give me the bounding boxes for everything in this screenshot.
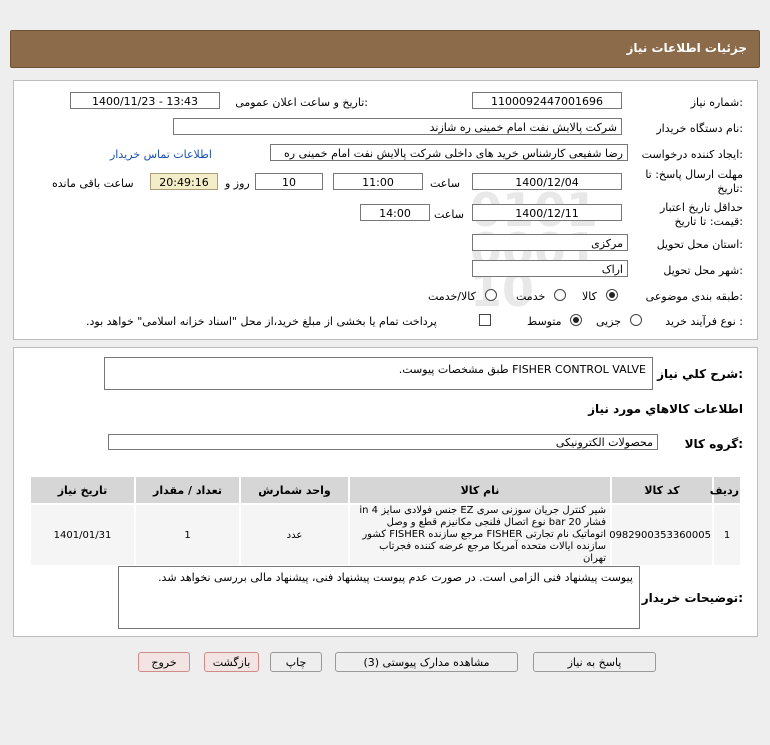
goods-group-label: گروه كالا: [684, 437, 743, 451]
col-header-code: کد کالا [610, 475, 714, 505]
delivery-city-label: شهر محل تحویل: [663, 264, 743, 277]
category-service-label: خدمت [516, 290, 546, 303]
col-header-name: نام کالا [348, 475, 612, 505]
col-header-unit: واحد شمارش [239, 475, 350, 505]
need-number-field: 1100092447001696 [472, 92, 622, 109]
validity-date-field: 1400/12/11 [472, 204, 622, 221]
buyer-notes-label: توضیحات خریدار: [641, 591, 743, 605]
creator-label: ایجاد کننده درخواست: [641, 148, 743, 161]
page-title: جزئیات اطلاعات نیاز [626, 41, 747, 55]
validity-time-field: 14:00 [360, 204, 430, 221]
need-number-label: شماره نیاز: [690, 96, 743, 109]
summary-field: FISHER CONTROL VALVE طبق مشخصات پیوست. [104, 357, 653, 390]
goods-group-field: محصولات الکترونیکی [108, 434, 658, 450]
page-header: جزئیات اطلاعات نیاز [10, 30, 760, 68]
validity-time-label: ساعت [434, 208, 464, 221]
cell-row-number: 1 [712, 503, 742, 567]
buyer-notes-field: پیوست پیشنهاد فنی الزامی است. در صورت عد… [118, 566, 640, 629]
col-header-qty: تعداد / مقدار [134, 475, 241, 505]
deadline-label: مهلت ارسال پاسخ: تا [645, 168, 743, 181]
process-radio-medium[interactable] [570, 314, 582, 326]
cell-date: 1401/01/31 [29, 503, 136, 567]
back-button[interactable]: بازگشت [204, 652, 259, 672]
table-row: 1 0982900353360005 شیر کنترل جریان سوزنی… [29, 503, 742, 567]
deadline-label-2: تاریخ: [717, 182, 743, 195]
process-medium-label: متوسط [527, 315, 562, 328]
delivery-city-field: اراک [472, 260, 628, 277]
category-goods-label: کالا [582, 290, 597, 303]
goods-table: ردیف کد کالا نام کالا واحد شمارش تعداد /… [29, 475, 742, 567]
process-minor-label: جزیی [596, 315, 622, 328]
category-radio-both[interactable] [485, 289, 497, 301]
view-attachments-button[interactable]: مشاهده مدارک پیوستی (3) [335, 652, 518, 672]
remaining-label: ساعت باقی مانده [52, 177, 134, 190]
cell-name: شیر کنترل جریان سوزنی سری EZ جنس فولادی … [348, 503, 612, 567]
days-field: 10 [255, 173, 323, 190]
delivery-place-field: مرکزی [472, 234, 628, 251]
table-header-row: ردیف کد کالا نام کالا واحد شمارش تعداد /… [29, 475, 742, 505]
category-radio-service[interactable] [554, 289, 566, 301]
category-both-label: کالا/خدمت [428, 290, 476, 303]
process-radio-minor[interactable] [630, 314, 642, 326]
days-word: روز و [225, 177, 250, 190]
deadline-time-label: ساعت [430, 177, 460, 190]
treasury-payment-checkbox[interactable] [479, 314, 491, 326]
contact-buyer-link[interactable]: اطلاعات تماس خریدار [110, 148, 212, 161]
process-label: نوع فرآیند خرید : [665, 315, 743, 328]
cell-code: 0982900353360005 [609, 503, 714, 567]
goods-info-title: اطلاعات كالاهاي مورد نياز [588, 402, 743, 416]
validity-label-2: قیمت: تا تاریخ: [674, 215, 743, 228]
buyer-org-field: شرکت پالایش نفت امام خمینی ره شازند [173, 118, 622, 135]
category-radio-goods[interactable] [606, 289, 618, 301]
deadline-time-field: 11:00 [333, 173, 423, 190]
buyer-org-label: نام دستگاه خریدار: [656, 122, 743, 135]
exit-button[interactable]: خروج [138, 652, 190, 672]
col-header-date: تاریخ نیاز [29, 475, 136, 505]
summary-label: شرح كلي نياز: [657, 367, 743, 381]
col-header-row-number: ردیف [710, 475, 742, 505]
announce-label: تاریخ و ساعت اعلان عمومی: [235, 96, 368, 109]
reply-button[interactable]: پاسخ به نیاز [533, 652, 656, 672]
delivery-place-label: استان محل تحویل: [656, 238, 743, 251]
countdown-field: 20:49:16 [150, 173, 218, 190]
cell-unit: عدد [239, 503, 350, 567]
page: جزئیات اطلاعات نیاز ParsNamadData 010100… [0, 0, 770, 745]
deadline-date-field: 1400/12/04 [472, 173, 622, 190]
announce-field: 1400/11/23 - 13:43 [70, 92, 220, 109]
category-label: طبقه بندی موضوعی: [645, 290, 743, 303]
creator-field: رضا شفیعی کارشناس خرید های داخلی شرکت پا… [270, 144, 628, 161]
validity-label: حداقل تاریخ اعتبار [659, 201, 743, 214]
treasury-payment-note: پرداخت تمام یا بخشی از مبلغ خرید،از محل … [86, 315, 437, 328]
cell-qty: 1 [134, 503, 241, 567]
print-button[interactable]: چاپ [270, 652, 322, 672]
